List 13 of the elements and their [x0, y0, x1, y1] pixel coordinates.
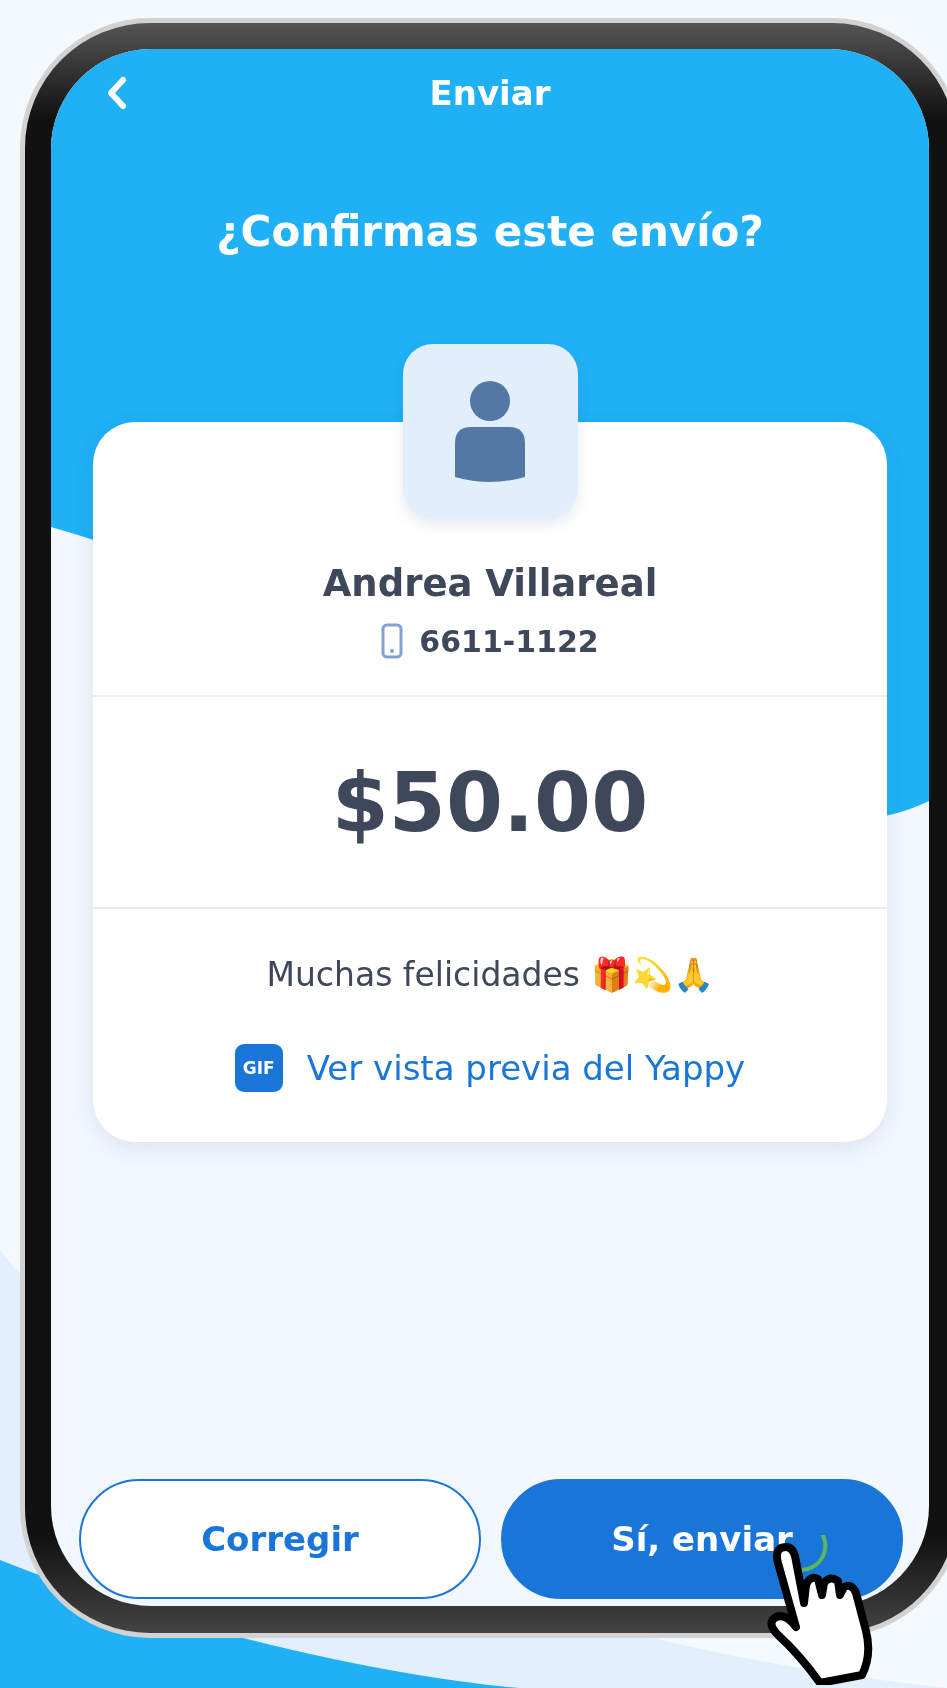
- message-text: Muchas felicidades 🎁💫🙏: [266, 955, 714, 994]
- confirm-button[interactable]: Sí, enviar: [501, 1479, 903, 1599]
- recipient-phone: 6611-1122: [419, 623, 599, 659]
- person-icon: [455, 380, 525, 483]
- confirm-heading: ¿Confirmas este envío?: [216, 207, 764, 256]
- amount: $50.00: [331, 754, 649, 850]
- phone-icon: [381, 623, 404, 659]
- gif-icon: GIF: [234, 1044, 283, 1092]
- preview-link[interactable]: Ver vista previa del Yappy: [306, 1048, 746, 1088]
- edit-button[interactable]: Corregir: [79, 1479, 481, 1599]
- recipient-name: Andrea Villareal: [322, 562, 658, 605]
- screen-title: Enviar: [429, 73, 551, 113]
- back-chevron-icon: [106, 76, 128, 110]
